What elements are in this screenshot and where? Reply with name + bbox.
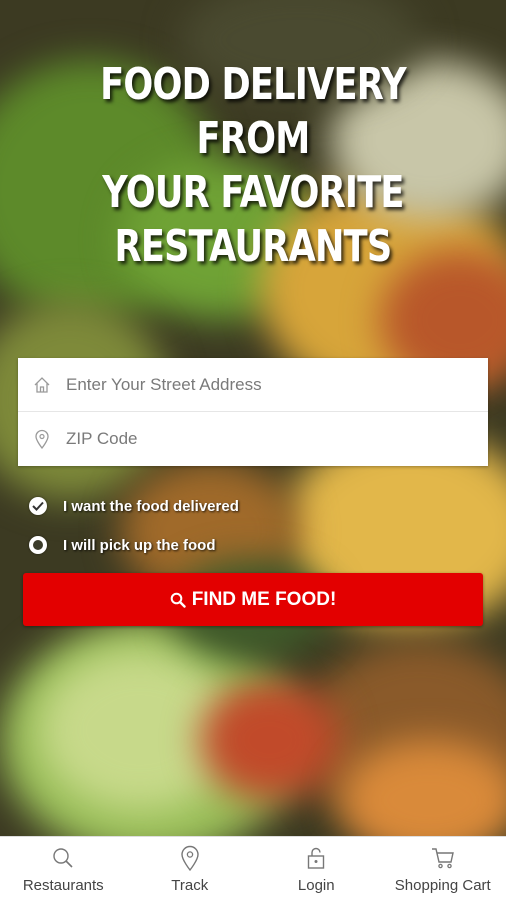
home-icon bbox=[31, 374, 53, 396]
delivery-radio[interactable] bbox=[29, 497, 47, 515]
hero-line-1: FOOD DELIVERY FROM bbox=[51, 58, 456, 166]
address-field bbox=[18, 358, 488, 412]
zip-field bbox=[18, 412, 488, 465]
bottom-tab-bar: Restaurants Track Login Shopping Cart bbox=[0, 836, 506, 901]
tab-login[interactable]: Login bbox=[253, 837, 380, 901]
hero-headline: FOOD DELIVERY FROM YOUR FAVORITE RESTAUR… bbox=[51, 58, 456, 274]
tab-track[interactable]: Track bbox=[127, 837, 254, 901]
tab-shopping-cart-label: Shopping Cart bbox=[395, 877, 491, 894]
address-form bbox=[18, 358, 488, 466]
pickup-radio[interactable] bbox=[29, 536, 47, 554]
search-icon bbox=[170, 592, 186, 608]
delivery-option[interactable]: I want the food delivered bbox=[29, 497, 239, 515]
map-pin-icon bbox=[180, 845, 200, 871]
hero-line-3: RESTAURANTS bbox=[51, 220, 456, 274]
zip-code-input[interactable] bbox=[66, 429, 466, 449]
map-pin-icon bbox=[31, 428, 53, 450]
pickup-option[interactable]: I will pick up the food bbox=[29, 536, 216, 554]
search-icon bbox=[51, 845, 75, 871]
hero-line-2: YOUR FAVORITE bbox=[51, 166, 456, 220]
lock-icon bbox=[306, 845, 326, 871]
delivery-option-label: I want the food delivered bbox=[63, 498, 239, 515]
cart-icon bbox=[431, 845, 455, 871]
tab-login-label: Login bbox=[298, 877, 335, 894]
find-me-food-button[interactable]: FIND ME FOOD! bbox=[23, 573, 483, 626]
find-me-food-label: FIND ME FOOD! bbox=[192, 589, 337, 611]
street-address-input[interactable] bbox=[66, 375, 466, 395]
tab-shopping-cart[interactable]: Shopping Cart bbox=[380, 837, 506, 901]
check-icon bbox=[32, 501, 44, 511]
pickup-option-label: I will pick up the food bbox=[63, 537, 216, 554]
tab-track-label: Track bbox=[171, 877, 208, 894]
tab-restaurants[interactable]: Restaurants bbox=[0, 837, 127, 901]
tab-restaurants-label: Restaurants bbox=[23, 877, 104, 894]
